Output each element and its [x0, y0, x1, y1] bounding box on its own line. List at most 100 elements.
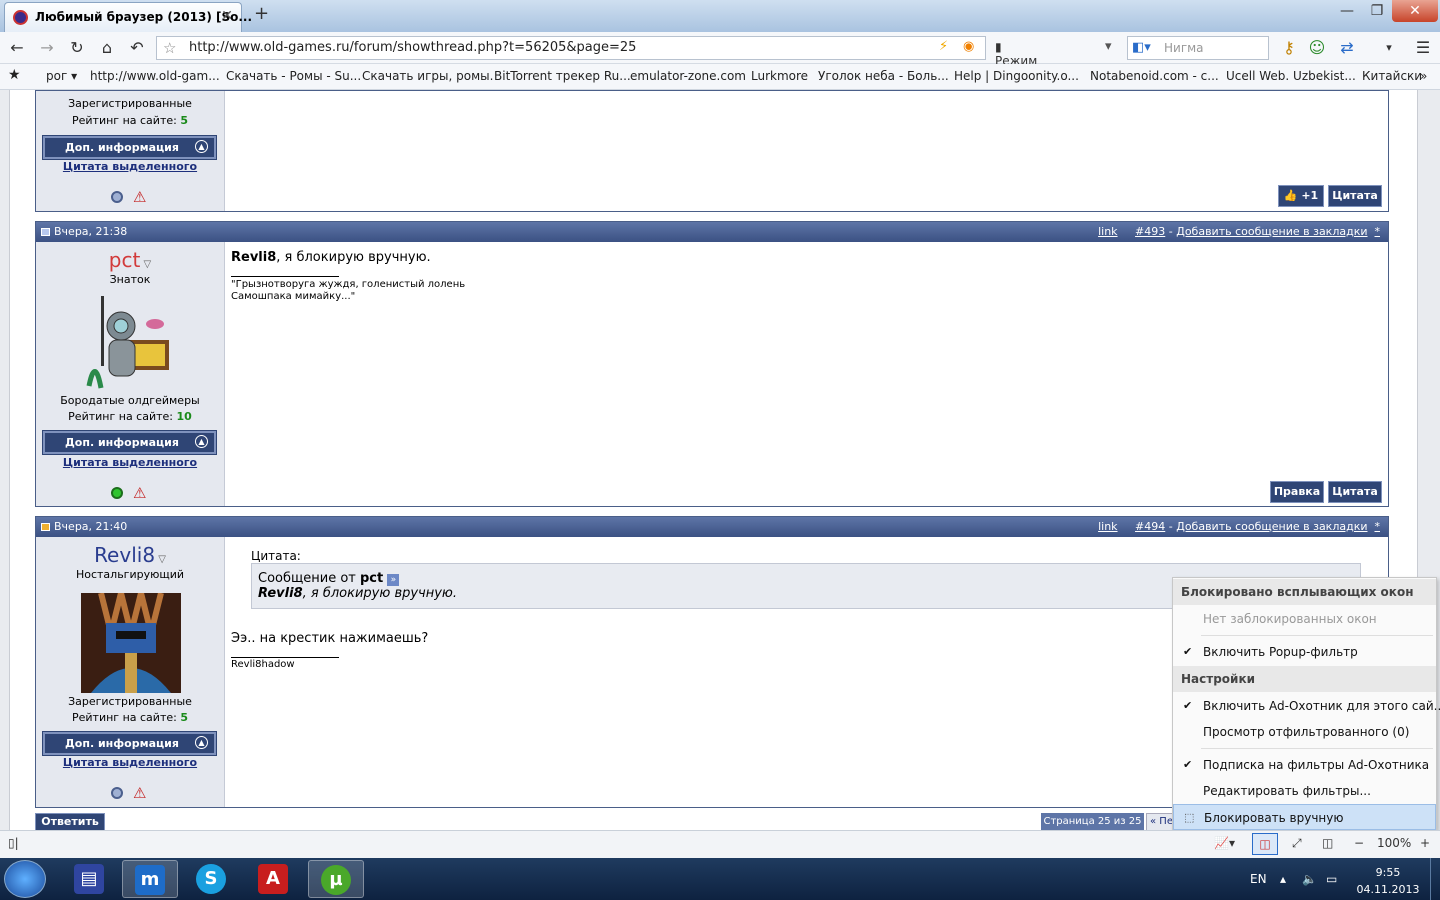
- rss-icon[interactable]: ◉: [963, 39, 974, 54]
- bookmark-item[interactable]: BitTorrent трекер Ru...: [494, 69, 631, 83]
- username[interactable]: Revli8 ▽: [36, 543, 224, 567]
- network-icon[interactable]: ▭: [1326, 872, 1337, 886]
- menu-item-subscribe[interactable]: ✔ Подписка на фильтры Ad-Охотника: [1173, 752, 1436, 778]
- bookmark-item[interactable]: Help | Dingoonity.o...: [954, 69, 1079, 83]
- flash-icon[interactable]: ⚡: [939, 39, 948, 54]
- key-icon[interactable]: ⚷: [1278, 38, 1300, 58]
- bookmark-item[interactable]: emulator-zone.com: [630, 69, 746, 83]
- post-link[interactable]: link: [1098, 225, 1117, 238]
- sidebar-toggle-icon[interactable]: ▯|: [8, 836, 19, 850]
- bookmark-item[interactable]: http://www.old-gam...: [90, 69, 220, 83]
- add-bookmark-link[interactable]: Добавить сообщение в закладки: [1176, 520, 1367, 533]
- start-button[interactable]: [4, 860, 46, 898]
- user-icon[interactable]: ☺: [1306, 38, 1328, 58]
- user-menu-chevron-icon[interactable]: ▽: [140, 259, 152, 270]
- menu-item-adhunter[interactable]: ✔ Включить Ad-Охотник для этого сай...: [1173, 693, 1440, 719]
- performance-icon[interactable]: 📈▾: [1214, 836, 1235, 850]
- post-number[interactable]: #493: [1135, 225, 1165, 238]
- bookmark-item[interactable]: Китайски: [1362, 69, 1422, 83]
- bookmark-item[interactable]: Ucell Web. Uzbekist...: [1226, 69, 1356, 83]
- more-info-button[interactable]: Доп. информация ▲: [42, 430, 217, 455]
- menu-item-block-manual[interactable]: ⬚ Блокировать вручную: [1173, 804, 1436, 830]
- clock[interactable]: 9:55 04.11.2013: [1348, 864, 1428, 898]
- bookmark-item[interactable]: рог ▾: [46, 69, 77, 83]
- bookmark-item[interactable]: Скачать - Ромы - Su...: [226, 69, 361, 83]
- view-post-arrow-icon[interactable]: »: [387, 574, 400, 586]
- minimize-icon[interactable]: —: [1330, 0, 1364, 22]
- taskbar-app[interactable]: µ: [308, 860, 364, 898]
- reply-button[interactable]: Ответить: [35, 813, 105, 831]
- skype-icon: S: [196, 864, 226, 894]
- toolbar-dropdown-icon[interactable]: ▾: [1378, 38, 1400, 58]
- fullscreen-icon[interactable]: ⤢: [1292, 836, 1302, 851]
- zoom-in-icon[interactable]: +: [1420, 836, 1430, 850]
- zoom-level[interactable]: 100%: [1377, 836, 1411, 850]
- menu-item-popup-filter[interactable]: ✔ Включить Popup-фильтр: [1173, 639, 1436, 665]
- quote-button[interactable]: Цитата: [1328, 185, 1382, 207]
- more-info-button[interactable]: Доп. информация ▲: [42, 135, 217, 160]
- menu-item-label: Редактировать фильтры...: [1203, 784, 1371, 798]
- popup-blocker-icon[interactable]: ◫: [1252, 833, 1278, 855]
- address-bar[interactable]: ☆ http://www.old-games.ru/forum/showthre…: [156, 36, 1112, 82]
- username-text[interactable]: Revli8: [94, 543, 155, 567]
- post-link[interactable]: link: [1098, 520, 1117, 533]
- translate-icon[interactable]: ⇄: [1336, 38, 1358, 58]
- username-text[interactable]: pct: [109, 248, 141, 272]
- report-warning-icon[interactable]: ⚠: [133, 785, 149, 801]
- reload-icon[interactable]: ↻: [66, 38, 88, 58]
- chevron-up-icon: ▲: [195, 736, 208, 749]
- post-star-icon[interactable]: *: [1375, 225, 1381, 238]
- restore-icon[interactable]: ❐: [1360, 0, 1394, 22]
- more-info-button[interactable]: Доп. информация ▲: [42, 731, 217, 756]
- zoom-out-icon[interactable]: −: [1354, 836, 1364, 850]
- taskbar-app[interactable]: S: [184, 860, 240, 898]
- url-dropdown-icon[interactable]: ▾: [1105, 39, 1112, 54]
- bookmark-item[interactable]: Notabenoid.com - с...: [1090, 69, 1219, 83]
- url-text[interactable]: http://www.old-games.ru/forum/showthread…: [189, 40, 636, 55]
- bookmarks-more-icon[interactable]: »: [1420, 69, 1427, 83]
- taskbar-app[interactable]: m: [122, 860, 178, 898]
- bookmark-item[interactable]: Lurkmore: [751, 69, 808, 83]
- menu-icon[interactable]: ☰: [1412, 38, 1434, 58]
- split-view-icon[interactable]: ◫: [1322, 836, 1333, 850]
- checkmark-icon: ✔: [1183, 699, 1193, 712]
- search-engine-icon[interactable]: ◧▾: [1132, 40, 1151, 55]
- bookmark-star-icon[interactable]: ☆: [163, 39, 176, 57]
- new-tab-icon[interactable]: +: [254, 3, 269, 24]
- forward-icon[interactable]: →: [36, 38, 58, 58]
- quote-selected-link[interactable]: Цитата выделенного: [36, 756, 224, 769]
- quote-button[interactable]: Цитата: [1328, 481, 1382, 503]
- signature-line: Самошпака мимайку...": [231, 291, 356, 302]
- tab-close-icon[interactable]: ✕: [221, 8, 233, 24]
- back-icon[interactable]: ←: [6, 38, 28, 58]
- bookmark-item[interactable]: Скачать игры, ромы.: [362, 69, 493, 83]
- search-box[interactable]: ◧▾ Нигма: [1127, 36, 1269, 60]
- report-warning-icon[interactable]: ⚠: [133, 189, 149, 205]
- undo-close-icon[interactable]: ↶: [126, 38, 148, 58]
- post-number[interactable]: #494: [1135, 520, 1165, 533]
- username[interactable]: pct ▽: [36, 248, 224, 272]
- user-group: Зарегистрированные: [68, 695, 192, 708]
- home-icon[interactable]: ⌂: [96, 38, 118, 58]
- language-indicator[interactable]: EN: [1250, 872, 1267, 886]
- post-star-icon[interactable]: *: [1375, 520, 1381, 533]
- tray-arrow-icon[interactable]: ▴: [1280, 872, 1286, 886]
- taskbar-app[interactable]: A: [246, 860, 302, 898]
- status-bar: ▯| 📈▾ ◫ ⤢ ◫ − 100% +: [0, 830, 1440, 858]
- user-menu-chevron-icon[interactable]: ▽: [155, 554, 166, 565]
- plus-one-button[interactable]: 👍 +1: [1278, 185, 1324, 207]
- menu-item-view-filtered[interactable]: Просмотр отфильтрованного (0): [1173, 719, 1436, 745]
- volume-icon[interactable]: 🔈: [1302, 872, 1317, 886]
- browser-tab[interactable]: Любимый браузер (2013) [So... ✕: [4, 2, 252, 32]
- bookmarks-star-icon[interactable]: ★: [8, 67, 21, 83]
- edit-button[interactable]: Правка: [1270, 481, 1324, 503]
- quote-selected-link[interactable]: Цитата выделенного: [36, 456, 224, 469]
- menu-item-edit-filters[interactable]: Редактировать фильтры...: [1173, 778, 1436, 804]
- add-bookmark-link[interactable]: Добавить сообщение в закладки: [1176, 225, 1367, 238]
- close-window-icon[interactable]: ✕: [1392, 0, 1438, 22]
- taskbar-app[interactable]: ▤: [62, 860, 118, 898]
- show-desktop-button[interactable]: [1430, 858, 1440, 900]
- report-warning-icon[interactable]: ⚠: [133, 485, 149, 501]
- bookmark-item[interactable]: Уголок неба - Боль...: [818, 69, 949, 83]
- quote-selected-link[interactable]: Цитата выделенного: [36, 160, 224, 173]
